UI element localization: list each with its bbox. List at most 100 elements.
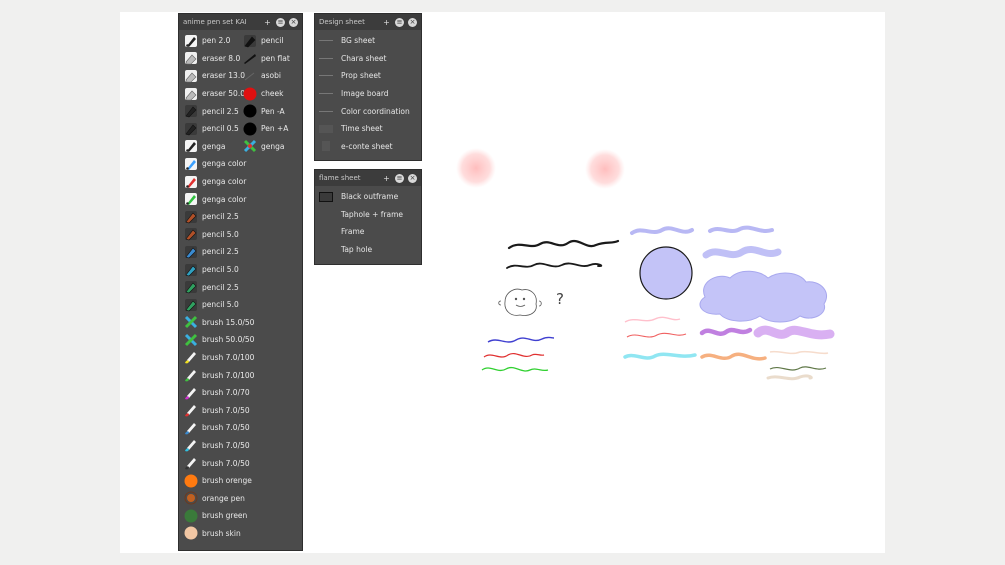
tool-item[interactable]: genga genga <box>179 138 302 156</box>
tool-item-label: genga <box>202 141 226 151</box>
violet-stroke-2 <box>753 325 835 340</box>
tool-item[interactable]: brush 7.0/100 <box>179 349 302 367</box>
dot-icon <box>183 508 199 524</box>
frame-item-taphole-frame[interactable]: Taphole + frame <box>315 206 421 224</box>
tool-item[interactable]: pen 2.0 pencil <box>179 32 302 50</box>
tool-item[interactable]: brush orenge <box>179 472 302 490</box>
tool-item-label-secondary: Pen -A <box>261 106 285 116</box>
tool-item-label: brush skin <box>202 528 241 538</box>
tool-item[interactable]: brush 50.0/50 <box>179 331 302 349</box>
design-item-e-conte-sheet[interactable]: e-conte sheet <box>315 138 421 156</box>
menu-icon[interactable]: ≡ <box>395 17 404 27</box>
add-icon[interactable]: + <box>263 18 272 27</box>
line-icon <box>319 110 333 112</box>
tool-item[interactable]: brush 7.0/50 <box>179 401 302 419</box>
design-item-time-sheet[interactable]: Time sheet <box>315 120 421 138</box>
frame-icon <box>319 209 333 219</box>
line-icon <box>319 40 333 42</box>
tool-item[interactable]: eraser 50.0 cheek <box>179 85 302 103</box>
pink-stroke-1 <box>624 316 681 323</box>
tool-item-label: pencil 0.5 <box>202 124 239 134</box>
tool-item-label: pencil 2.5 <box>202 282 239 292</box>
design-sheet-header[interactable]: Design sheet + ≡ × <box>315 14 421 30</box>
lavender-stroke-1 <box>630 226 694 235</box>
tool-item[interactable]: brush 7.0/50 <box>179 419 302 437</box>
tool-item[interactable]: genga color <box>179 190 302 208</box>
tool-item[interactable]: pencil 0.5 Pen +A <box>179 120 302 138</box>
design-item-label: BG sheet <box>341 36 376 46</box>
lavender-cloud <box>699 270 828 323</box>
tool-item-label-secondary: cheek <box>261 89 284 99</box>
design-item-chara-sheet[interactable]: Chara sheet <box>315 50 421 68</box>
design-item-prop-sheet[interactable]: Prop sheet <box>315 67 421 85</box>
design-sheet-list: BG sheet Chara sheet Prop sheet Image bo… <box>315 30 421 155</box>
tool-item[interactable]: pencil 2.5 <box>179 278 302 296</box>
tool-item-label: genga color <box>202 194 247 204</box>
menu-icon[interactable]: ≡ <box>395 173 404 183</box>
pen-icon <box>183 174 199 190</box>
lavender-stroke-3 <box>702 245 782 259</box>
tool-item-label: pencil 5.0 <box>202 265 239 275</box>
tool-item[interactable]: brush skin <box>179 525 302 543</box>
dot-icon <box>242 121 258 137</box>
tool-item[interactable]: brush 7.0/50 <box>179 437 302 455</box>
design-item-label: Time sheet <box>341 124 383 134</box>
tool-item-label: pencil 2.5 <box>202 247 239 257</box>
menu-icon[interactable]: ≡ <box>276 17 285 27</box>
pen-icon <box>183 33 199 49</box>
frame-item-black-outframe[interactable]: Black outframe <box>315 188 421 206</box>
tool-item[interactable]: brush 7.0/50 <box>179 454 302 472</box>
cross-icon <box>183 332 199 348</box>
tool-item[interactable]: genga color <box>179 155 302 173</box>
tool-item-label: brush orenge <box>202 476 252 486</box>
pencil-icon <box>183 103 199 119</box>
tool-item-label: brush green <box>202 511 248 521</box>
tool-item[interactable]: pencil 2.5 <box>179 243 302 261</box>
add-icon[interactable]: + <box>382 18 391 27</box>
pencil-icon <box>242 33 258 49</box>
tool-item-label: brush 7.0/50 <box>202 405 250 415</box>
tool-item[interactable]: brush 7.0/100 <box>179 366 302 384</box>
tool-item[interactable]: brush green <box>179 507 302 525</box>
tool-item[interactable]: pencil 2.5 Pen -A <box>179 102 302 120</box>
flame-sheet-header[interactable]: flame sheet + ≡ × <box>315 170 421 186</box>
tool-item[interactable]: orange pen <box>179 489 302 507</box>
close-icon[interactable]: × <box>289 17 298 27</box>
brush-icon <box>183 385 199 401</box>
brush-icon <box>183 367 199 383</box>
flat-icon <box>242 50 258 66</box>
tool-item[interactable]: genga color <box>179 173 302 191</box>
design-item-bg-sheet[interactable]: BG sheet <box>315 32 421 50</box>
tool-item[interactable]: pencil 2.5 <box>179 208 302 226</box>
tool-item-label: pencil 5.0 <box>202 300 239 310</box>
design-item-image-board[interactable]: Image board <box>315 85 421 103</box>
tool-palette-header[interactable]: anime pen set KAI + ≡ × <box>179 14 302 30</box>
tool-item[interactable]: eraser 13.0 asobi <box>179 67 302 85</box>
tool-item[interactable]: eraser 8.0 pen flat <box>179 50 302 68</box>
blue-stroke <box>487 336 555 343</box>
tool-item[interactable]: pencil 5.0 <box>179 296 302 314</box>
dot-icon <box>242 86 258 102</box>
add-icon[interactable]: + <box>382 174 391 183</box>
green-stroke <box>481 366 549 372</box>
design-item-color-coordination[interactable]: Color coordination <box>315 102 421 120</box>
red-thin-stroke <box>626 332 687 338</box>
flame-sheet-palette: flame sheet + ≡ × Black outframe Taphole… <box>314 169 422 265</box>
frame-item-label: Frame <box>341 227 365 237</box>
close-icon[interactable]: × <box>408 17 417 27</box>
close-icon[interactable]: × <box>408 173 417 183</box>
green-dark-stroke <box>769 366 827 371</box>
grid-icon <box>319 124 333 133</box>
grid-icon <box>322 141 330 152</box>
tool-item[interactable]: brush 7.0/70 <box>179 384 302 402</box>
tool-item[interactable]: pencil 5.0 <box>179 261 302 279</box>
frame-icon <box>319 227 333 237</box>
dot-icon <box>183 473 199 489</box>
tool-item[interactable]: brush 15.0/50 <box>179 314 302 332</box>
tool-item-label: genga color <box>202 159 247 169</box>
frame-item-frame[interactable]: Frame <box>315 223 421 241</box>
pencil-icon <box>183 121 199 137</box>
tool-item-label: eraser 8.0 <box>202 53 241 63</box>
tool-item[interactable]: pencil 5.0 <box>179 226 302 244</box>
frame-item-tap-hole[interactable]: Tap hole <box>315 241 421 259</box>
